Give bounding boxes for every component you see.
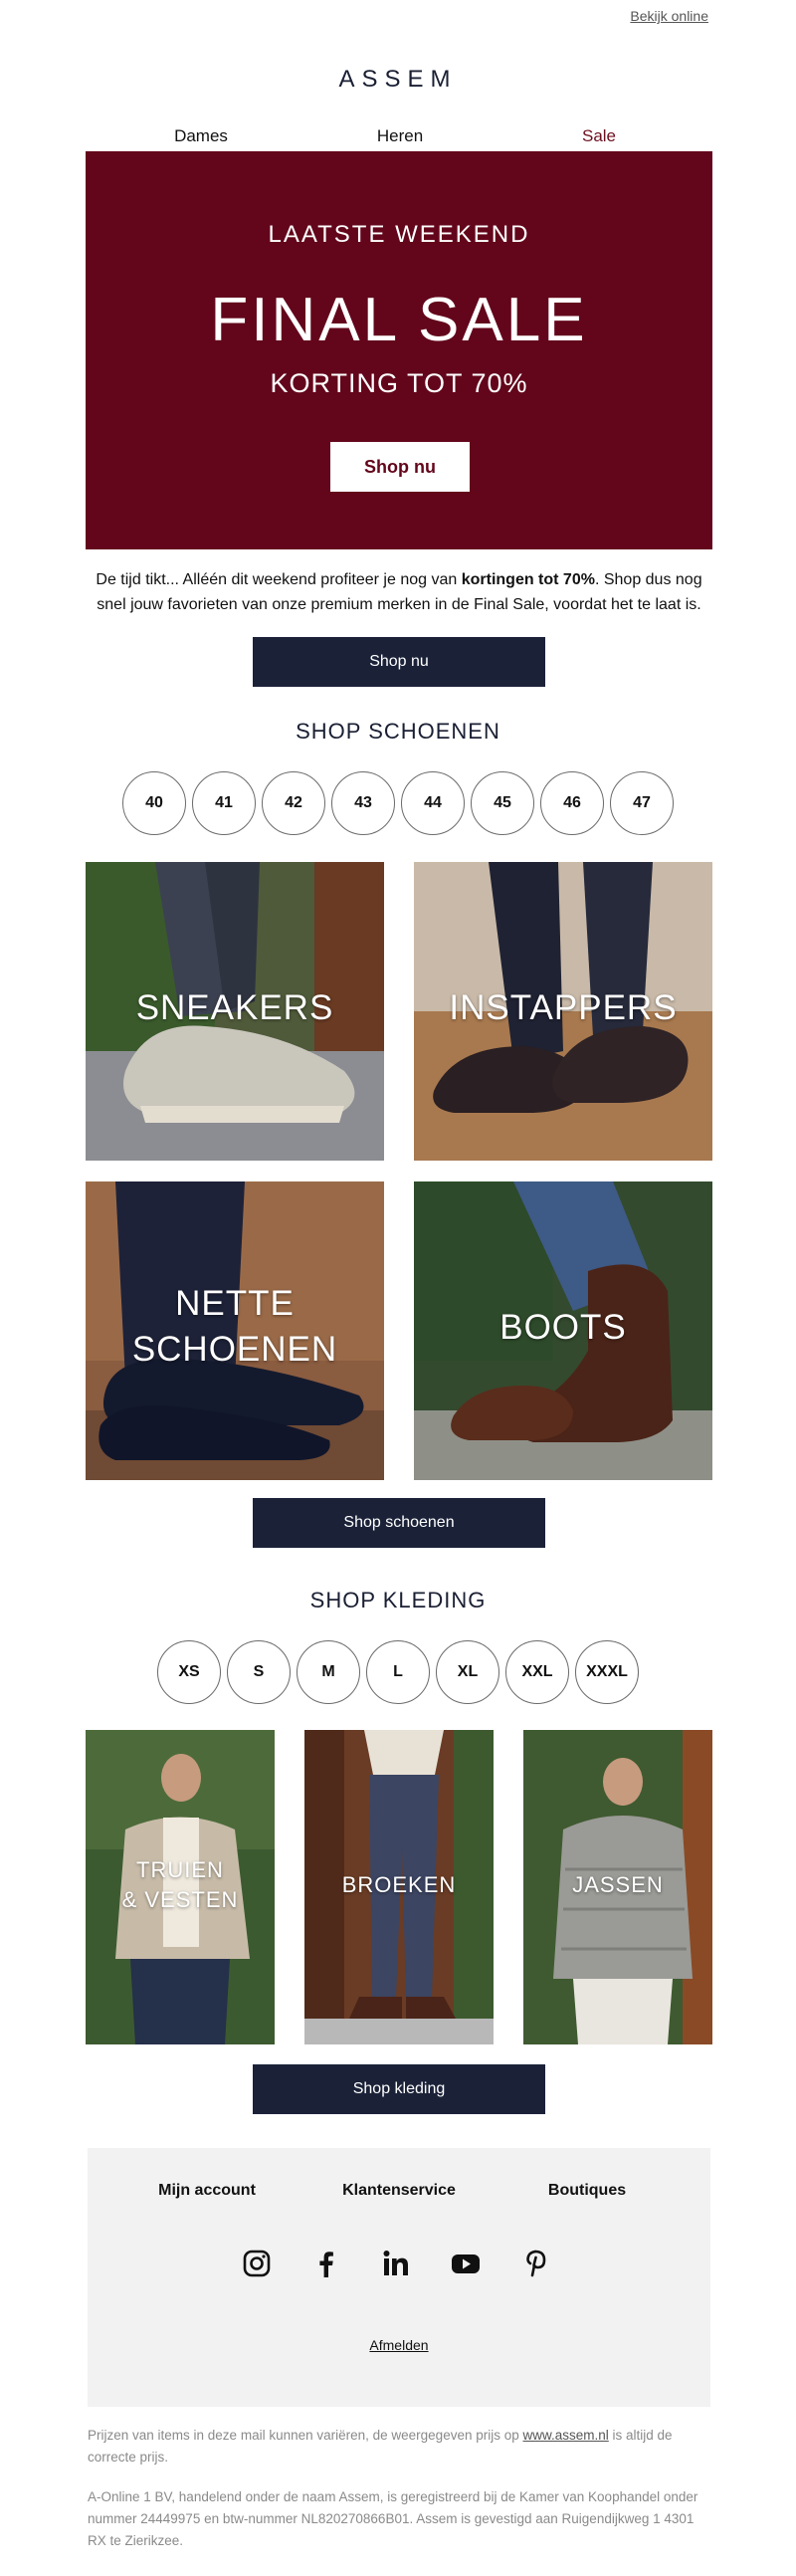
intro-shop-button[interactable]: Shop nu: [253, 637, 545, 687]
hero-banner[interactable]: LAATSTE WEEKEND FINAL SALE KORTING TOT 7…: [86, 151, 712, 549]
website-link[interactable]: www.assem.nl: [522, 2428, 608, 2443]
shoe-size-chip[interactable]: 44: [401, 771, 465, 835]
hero-shop-button[interactable]: Shop nu: [330, 442, 470, 492]
clothing-size-row: XS S M L XL XXL XXXL: [0, 1640, 796, 1704]
hero-eyebrow: LAATSTE WEEKEND: [268, 221, 530, 248]
tile-jassen-label: JASSEN: [572, 1872, 664, 1897]
tile-broeken[interactable]: BROEKEN: [304, 1730, 494, 2044]
tile-nette-schoenen-label: NETTE SCHOENEN: [86, 1281, 384, 1373]
brand-logo[interactable]: ASSEM: [0, 66, 796, 94]
unsubscribe-link[interactable]: Afmelden: [88, 2337, 710, 2353]
nette-label-line1: NETTE: [175, 1284, 295, 1323]
truien-label-line1: TRUIEN: [136, 1857, 224, 1882]
intro-text: De tijd tikt... Alléén dit weekend profi…: [86, 567, 712, 617]
footer-panel: Mijn account Klantenservice Boutiques Af…: [88, 2148, 710, 2407]
shoe-size-chip[interactable]: 47: [610, 771, 674, 835]
intro-text-start: De tijd tikt... Alléén dit weekend profi…: [96, 571, 462, 588]
truien-label-line2: & VESTEN: [121, 1887, 239, 1912]
hero-title: FINAL SALE: [210, 286, 588, 354]
view-online-link[interactable]: Bekijk online: [630, 8, 708, 24]
tile-boots-label: BOOTS: [499, 1308, 627, 1347]
facebook-icon[interactable]: [310, 2248, 342, 2279]
tile-sneakers[interactable]: SNEAKERS: [86, 862, 384, 1161]
shoes-section-title: SHOP SCHOENEN: [296, 719, 500, 744]
tile-instappers-label: INSTAPPERS: [449, 988, 678, 1027]
clothing-size-chip[interactable]: XXXL: [575, 1640, 639, 1704]
footer-link-account[interactable]: Mijn account: [117, 2182, 297, 2200]
shoe-size-chip[interactable]: 41: [192, 771, 256, 835]
nette-label-line2: SCHOENEN: [131, 1330, 338, 1369]
shoe-size-chip[interactable]: 46: [540, 771, 604, 835]
shop-shoes-button[interactable]: Shop schoenen: [253, 1498, 545, 1548]
nav-heren[interactable]: Heren: [320, 126, 480, 146]
instagram-icon[interactable]: [241, 2248, 273, 2279]
pinterest-icon[interactable]: [519, 2248, 551, 2279]
legal-prices-note: Prijzen van items in deze mail kunnen va…: [88, 2425, 710, 2469]
clothing-size-chip[interactable]: L: [366, 1640, 430, 1704]
clothing-size-chip[interactable]: S: [227, 1640, 291, 1704]
hero-subtitle: KORTING TOT 70%: [270, 368, 528, 398]
shop-clothing-button[interactable]: Shop kleding: [253, 2064, 545, 2114]
shoe-size-chip[interactable]: 40: [122, 771, 186, 835]
tile-truien-vesten-label: TRUIEN & VESTEN: [86, 1855, 275, 1915]
legal-prices-start: Prijzen van items in deze mail kunnen va…: [88, 2428, 523, 2443]
clothing-size-chip[interactable]: XL: [436, 1640, 499, 1704]
clothing-size-chip[interactable]: XS: [157, 1640, 221, 1704]
clothing-size-chip[interactable]: M: [297, 1640, 360, 1704]
tile-boots[interactable]: BOOTS: [414, 1181, 712, 1480]
shoe-size-chip[interactable]: 43: [331, 771, 395, 835]
tile-nette-schoenen[interactable]: NETTE SCHOENEN: [86, 1181, 384, 1480]
tile-jassen[interactable]: JASSEN: [523, 1730, 712, 2044]
clothing-size-chip[interactable]: XXL: [505, 1640, 569, 1704]
shoe-size-chip[interactable]: 42: [262, 771, 325, 835]
youtube-icon[interactable]: [450, 2248, 482, 2279]
tile-sneakers-label: SNEAKERS: [135, 988, 334, 1027]
footer-link-customer-service[interactable]: Klantenservice: [309, 2182, 489, 2200]
tile-instappers[interactable]: INSTAPPERS: [414, 862, 712, 1161]
shoe-size-row: 40 41 42 43 44 45 46 47: [0, 771, 796, 835]
tile-truien-vesten[interactable]: TRUIEN & VESTEN: [86, 1730, 275, 2044]
clothing-section-title: SHOP KLEDING: [309, 1588, 487, 1612]
shoe-size-chip[interactable]: 45: [471, 771, 534, 835]
intro-text-highlight: kortingen tot 70%: [461, 571, 595, 588]
linkedin-icon[interactable]: [380, 2248, 412, 2279]
tile-broeken-label: BROEKEN: [341, 1872, 457, 1897]
footer-link-boutiques[interactable]: Boutiques: [498, 2182, 677, 2200]
nav-sale[interactable]: Sale: [519, 126, 679, 146]
legal-company-info: A-Online 1 BV, handelend onder de naam A…: [88, 2489, 698, 2548]
nav-dames[interactable]: Dames: [121, 126, 281, 146]
